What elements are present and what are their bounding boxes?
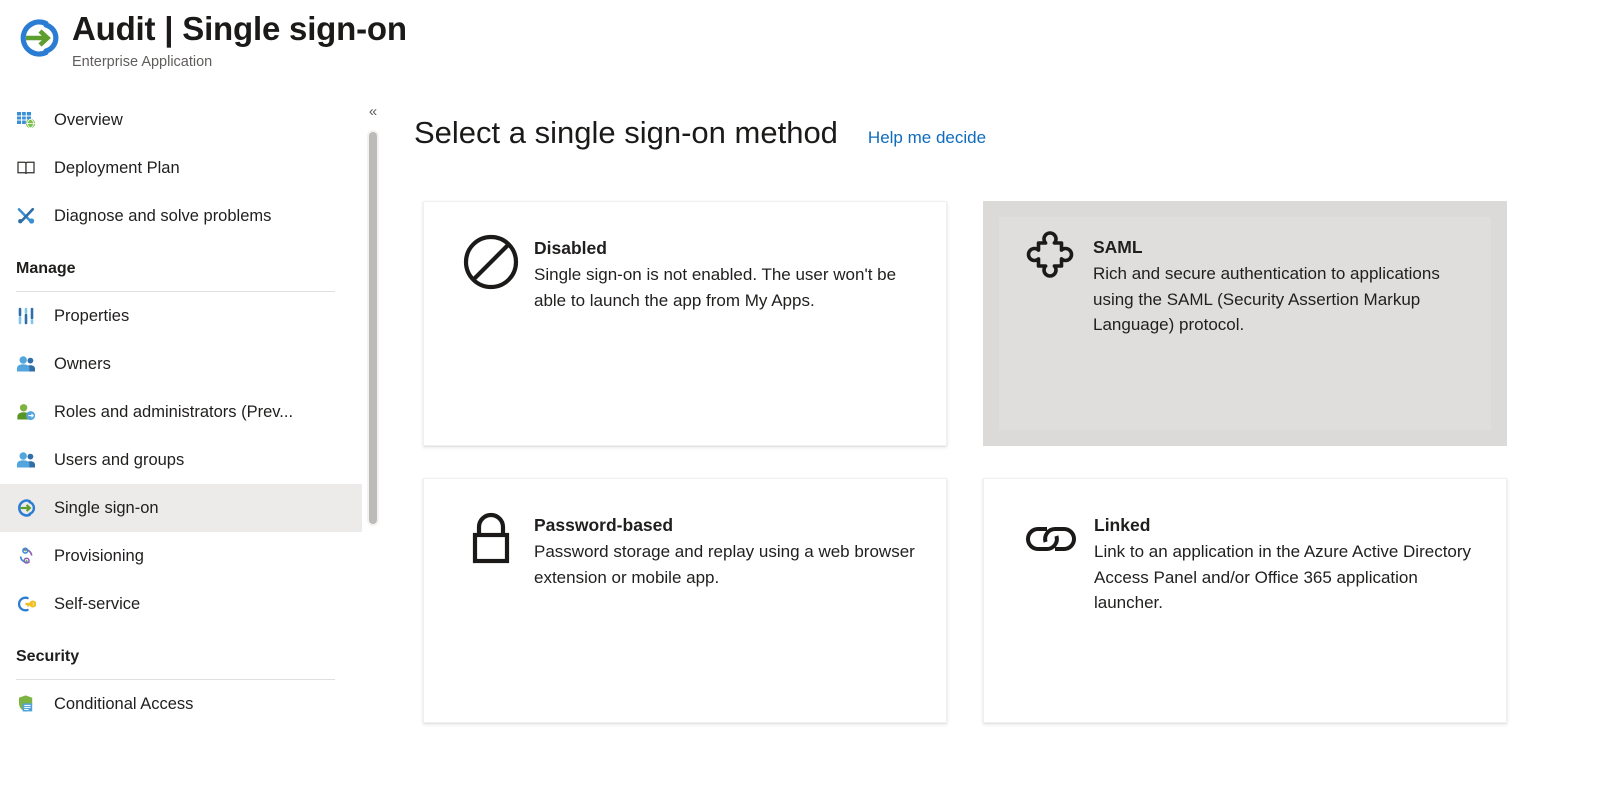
no-entry-icon — [463, 234, 519, 290]
sliders-icon — [18, 307, 34, 325]
person-badge-icon — [17, 404, 36, 421]
card-icon-wrapper — [448, 505, 534, 579]
card-body: SAML Rich and secure authentication to ap… — [1093, 227, 1485, 430]
page-title: Audit | Single sign-on — [72, 10, 407, 47]
card-title: SAML — [1093, 237, 1143, 257]
sidebar-item-label: Roles and administrators (Prev... — [54, 403, 294, 421]
card-row: Disabled Single sign-on is not enabled. T… — [405, 185, 1525, 462]
sidebar-item-label: Diagnose and solve problems — [54, 207, 272, 225]
sso-method-card-disabled[interactable]: Disabled Single sign-on is not enabled. T… — [423, 201, 947, 446]
sidebar-group-title: Security — [16, 648, 80, 665]
card-title: Password-based — [534, 515, 674, 535]
sso-method-card-password-based[interactable]: Password-based Password storage and repla… — [423, 478, 947, 723]
content-title: Select a single sign-on method — [414, 115, 838, 150]
card-description: Link to an application in the Azure Acti… — [1094, 542, 1472, 612]
card-icon-wrapper — [1008, 505, 1094, 579]
padlock-icon — [472, 512, 510, 564]
people-icon — [17, 356, 35, 372]
sidebar-item-label: Self-service — [54, 595, 141, 613]
collapse-sidebar-button[interactable]: « — [362, 100, 384, 122]
sidebar-scrollbar-track[interactable] — [367, 130, 379, 526]
card-body: Linked Link to an application in the Azur… — [1094, 505, 1484, 722]
sso-method-card-grid: Disabled Single sign-on is not enabled. T… — [405, 185, 1525, 739]
sidebar-group-manage: Manage — [0, 240, 362, 292]
sidebar-item-label: Deployment Plan — [54, 159, 180, 177]
card-cell: SAML Rich and secure authentication to ap… — [965, 185, 1525, 462]
chevron-double-left-icon: « — [368, 102, 378, 120]
sidebar-item-label: Users and groups — [54, 451, 185, 469]
single-sign-on-icon — [18, 499, 36, 517]
card-cell: Linked Link to an application in the Azur… — [965, 462, 1525, 739]
sso-method-card-linked[interactable]: Linked Link to an application in the Azur… — [983, 478, 1507, 723]
sidebar-splitter: « — [362, 96, 384, 792]
sidebar-item-roles-and-administrators-prev[interactable]: Roles and administrators (Prev... — [0, 388, 362, 436]
wrench-screwdriver-icon — [17, 207, 35, 224]
sidebar-group-title: Manage — [16, 260, 76, 277]
sidebar-item-single-sign-on[interactable]: Single sign-on — [0, 484, 362, 532]
card-description: Password storage and replay using a web … — [534, 542, 915, 587]
sidebar-scrollbar-thumb[interactable] — [369, 132, 377, 524]
sidebar-group-security: Security — [0, 628, 362, 680]
book-icon — [17, 161, 35, 174]
sidebar-item-self-service[interactable]: Self-service — [0, 580, 362, 628]
sidebar-item-label: Single sign-on — [54, 499, 159, 517]
card-description: Single sign-on is not enabled. The user … — [534, 265, 897, 310]
key-circle-icon — [17, 596, 36, 612]
sidebar-item-label: Provisioning — [54, 547, 144, 565]
sidebar: Overview Deployment Plan Diagnose and so… — [0, 96, 362, 792]
card-cell: Disabled Single sign-on is not enabled. T… — [405, 185, 965, 462]
page-header: Audit | Single sign-on Enterprise Applic… — [0, 0, 1600, 92]
card-title: Linked — [1094, 515, 1151, 535]
card-cell: Password-based Password storage and repla… — [405, 462, 965, 739]
card-icon-wrapper — [1007, 227, 1093, 301]
sidebar-item-label: Conditional Access — [54, 695, 194, 713]
provisioning-cycle-icon — [19, 547, 33, 564]
sidebar-item-owners[interactable]: Owners — [0, 340, 362, 388]
help-me-decide-link[interactable]: Help me decide — [868, 126, 986, 150]
sidebar-item-overview[interactable]: Overview — [0, 96, 362, 144]
sidebar-item-provisioning[interactable]: Provisioning — [0, 532, 362, 580]
sidebar-item-deployment-plan[interactable]: Deployment Plan — [0, 144, 362, 192]
sidebar-item-users-and-groups[interactable]: Users and groups — [0, 436, 362, 484]
single-sign-on-logo-icon — [20, 19, 59, 57]
card-description: Rich and secure authentication to applic… — [1093, 264, 1440, 334]
people-icon — [17, 452, 35, 468]
card-row: Password-based Password storage and repla… — [405, 462, 1525, 739]
sidebar-item-label: Properties — [54, 307, 130, 325]
chain-link-icon — [1026, 527, 1076, 551]
header-text-block: Audit | Single sign-on Enterprise Applic… — [72, 8, 407, 72]
card-title: Disabled — [534, 238, 607, 258]
sidebar-item-properties[interactable]: Properties — [0, 292, 362, 340]
sidebar-item-label: Overview — [54, 111, 123, 129]
sidebar-item-conditional-access[interactable]: Conditional Access — [0, 680, 362, 728]
sidebar-item-diagnose-and-solve-problems[interactable]: Diagnose and solve problems — [0, 192, 362, 240]
card-body: Password-based Password storage and repla… — [534, 505, 924, 722]
content-header: Select a single sign-on method Help me d… — [414, 112, 986, 154]
card-body: Disabled Single sign-on is not enabled. T… — [534, 228, 924, 445]
page-subtitle: Enterprise Application — [72, 54, 213, 70]
card-icon-wrapper — [448, 228, 534, 302]
overview-grid-globe-icon — [17, 112, 36, 129]
sidebar-item-label: Owners — [54, 355, 111, 373]
shield-document-icon — [19, 695, 33, 712]
main-content: Select a single sign-on method Help me d… — [384, 96, 1600, 792]
puzzle-piece-icon — [1026, 231, 1074, 278]
sso-method-card-saml[interactable]: SAML Rich and secure authentication to ap… — [983, 201, 1507, 446]
